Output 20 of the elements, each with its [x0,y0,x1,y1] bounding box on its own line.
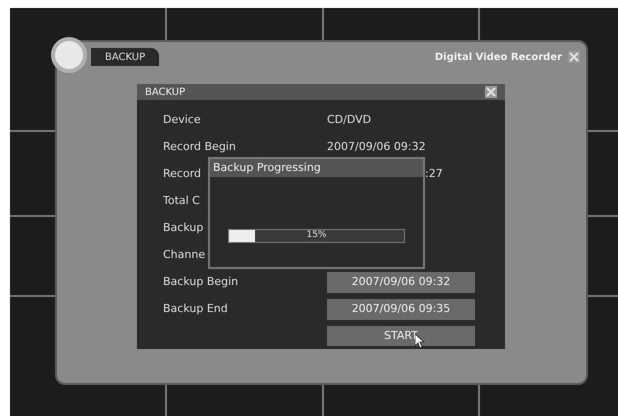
field-value: 2007/09/06 09:32 [327,139,426,156]
field-value: CD/DVD [327,112,372,128]
field-label: Record Begin [163,139,236,156]
field-label: Backup Begin [163,274,238,290]
field-value: :27 [425,166,443,182]
popup-title: Backup Progressing [213,160,321,176]
start-button[interactable]: START [327,326,475,346]
dialog-title: BACKUP [145,86,186,100]
field-label: Backup [163,220,204,236]
window-title: Digital Video Recorder [434,50,562,64]
field-label: Channe [163,247,206,264]
field-label: Device [163,112,201,128]
field-label: Total C [163,193,200,210]
field-label: Backup End [163,301,228,318]
close-icon[interactable] [485,86,497,98]
value-field[interactable]: 2007/09/06 09:35 [327,299,475,320]
close-icon[interactable] [568,51,580,63]
progress-reading: 15% [306,229,326,242]
field-label: Record [163,166,202,182]
value-field[interactable]: 2007/09/06 09:32 [327,272,475,293]
